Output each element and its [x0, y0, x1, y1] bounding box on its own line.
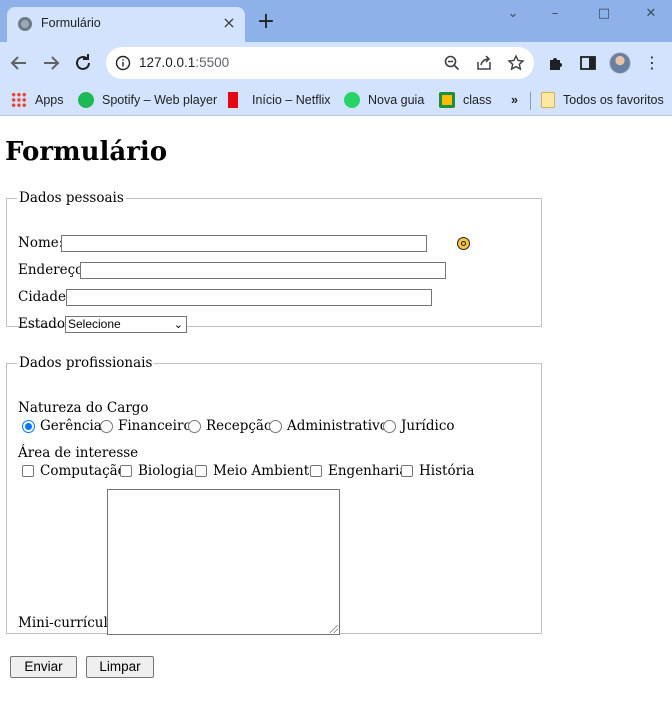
- nome-label: Nome:: [18, 235, 64, 251]
- browser-toolbar: 127.0.0.1:5500 ⋮: [0, 42, 672, 84]
- radio-label-juridico: Jurídico: [401, 418, 455, 434]
- radio-juridico[interactable]: [383, 420, 396, 433]
- checkbox-label-historia: História: [419, 463, 475, 479]
- resize-grip-icon[interactable]: [330, 625, 338, 633]
- bookmark-apps[interactable]: Apps: [11, 90, 64, 110]
- spotify-icon: [78, 92, 94, 108]
- bookmark-star-icon[interactable]: [507, 54, 525, 72]
- tab-search-chevron-icon[interactable]: ⌄: [498, 3, 528, 25]
- zoom-icon[interactable]: [443, 54, 461, 72]
- radio-recepcao[interactable]: [188, 420, 201, 433]
- personal-data-fieldset: Dados pessoais Nome: Endereço: Cidade: E…: [6, 190, 542, 333]
- address-bar[interactable]: 127.0.0.1:5500: [106, 47, 534, 79]
- checkbox-meio-ambiente[interactable]: [195, 465, 207, 477]
- globe-icon: [18, 17, 32, 31]
- tab-strip: Formulário × + ⌄ – □ ✕: [0, 0, 672, 42]
- back-arrow-icon[interactable]: [7, 51, 31, 75]
- checkbox-biologia[interactable]: [120, 465, 132, 477]
- endereco-label: Endereço:: [18, 262, 88, 278]
- password-manager-icon[interactable]: [457, 237, 470, 250]
- bookmark-label: Nova guia: [368, 93, 425, 107]
- minimize-button[interactable]: –: [540, 3, 570, 25]
- bookmarks-divider: [530, 92, 531, 110]
- professional-data-fieldset: Dados profissionais Natureza do Cargo Ge…: [6, 355, 542, 635]
- google-classroom-icon: [439, 92, 455, 108]
- all-bookmarks-folder[interactable]: Todos os favoritos: [541, 90, 664, 110]
- maximize-button[interactable]: □: [589, 3, 619, 25]
- bookmark-label: Spotify – Web player: [102, 93, 218, 107]
- bookmark-label: class: [463, 93, 492, 107]
- page-content: Formulário Dados pessoais Nome: Endereço…: [0, 117, 672, 714]
- checkbox-historia[interactable]: [401, 465, 413, 477]
- checkbox-label-meio-ambiente: Meio Ambiente: [213, 463, 318, 479]
- radio-gerencia[interactable]: [22, 420, 35, 433]
- site-info-icon[interactable]: [115, 55, 131, 71]
- forward-arrow-icon[interactable]: [39, 51, 63, 75]
- interesse-label: Área de interesse: [18, 445, 139, 461]
- folder-icon: [541, 92, 555, 108]
- radio-label-administrativo: Administrativo: [287, 418, 388, 434]
- close-window-button[interactable]: ✕: [636, 3, 666, 25]
- checkbox-label-computacao: Computação: [40, 463, 126, 479]
- cidade-input[interactable]: [66, 289, 432, 306]
- checkbox-label-engenharia: Engenharia: [328, 463, 408, 479]
- more-bookmarks-button[interactable]: »: [511, 90, 518, 110]
- whatsapp-icon: [344, 92, 360, 108]
- radio-label-financeiro: Financeiro: [118, 418, 192, 434]
- estado-label: Estado:: [18, 316, 70, 332]
- personal-data-legend: Dados pessoais: [19, 190, 124, 206]
- cidade-label: Cidade:: [18, 289, 71, 305]
- bookmark-nova-guia[interactable]: Nova guia: [344, 90, 424, 110]
- professional-data-legend: Dados profissionais: [19, 355, 153, 371]
- netflix-icon: [228, 92, 238, 108]
- checkbox-computacao[interactable]: [22, 465, 34, 477]
- bookmark-class[interactable]: class: [439, 90, 491, 110]
- profile-avatar[interactable]: [609, 52, 631, 74]
- bookmark-spotify[interactable]: Spotify – Web player: [78, 90, 217, 110]
- page-title: Formulário: [5, 137, 168, 167]
- radio-label-gerencia: Gerência: [40, 418, 102, 434]
- more-bookmarks-label: »: [511, 93, 518, 107]
- browser-tab[interactable]: Formulário ×: [7, 7, 245, 42]
- estado-selected-value: Selecione: [68, 317, 121, 331]
- nome-input[interactable]: [61, 235, 470, 252]
- cargo-label: Natureza do Cargo: [18, 400, 149, 416]
- curriculo-textarea[interactable]: [107, 489, 340, 635]
- chevron-down-icon: ⌄: [173, 318, 183, 331]
- url-text[interactable]: 127.0.0.1:5500: [139, 55, 229, 70]
- submit-button[interactable]: Enviar: [10, 656, 77, 678]
- close-tab-icon[interactable]: ×: [219, 13, 239, 33]
- reload-icon[interactable]: [71, 51, 95, 75]
- checkbox-engenharia[interactable]: [310, 465, 322, 477]
- bookmark-label: Início – Netflix: [252, 93, 331, 107]
- checkbox-label-biologia: Biologia: [138, 463, 194, 479]
- endereco-input[interactable]: [80, 262, 446, 279]
- apps-grid-icon: [11, 92, 27, 108]
- all-bookmarks-label: Todos os favoritos: [563, 93, 664, 107]
- estado-select[interactable]: Selecione ⌄: [65, 316, 187, 333]
- reset-button[interactable]: Limpar: [86, 656, 154, 678]
- share-icon[interactable]: [475, 54, 493, 72]
- radio-administrativo[interactable]: [269, 420, 282, 433]
- curriculo-label: Mini-currículo: [18, 615, 116, 631]
- menu-dots-icon[interactable]: ⋮: [644, 53, 660, 73]
- extensions-puzzle-icon[interactable]: [547, 54, 565, 72]
- bookmark-label: Apps: [35, 93, 64, 107]
- bookmarks-bar: Apps Spotify – Web player Início – Netfl…: [0, 84, 672, 116]
- tab-title: Formulário: [41, 16, 101, 30]
- side-panel-icon[interactable]: [579, 54, 597, 72]
- bookmark-netflix[interactable]: Início – Netflix: [228, 90, 331, 110]
- new-tab-button[interactable]: +: [256, 11, 276, 33]
- radio-label-recepcao: Recepção: [206, 418, 273, 434]
- radio-financeiro[interactable]: [100, 420, 113, 433]
